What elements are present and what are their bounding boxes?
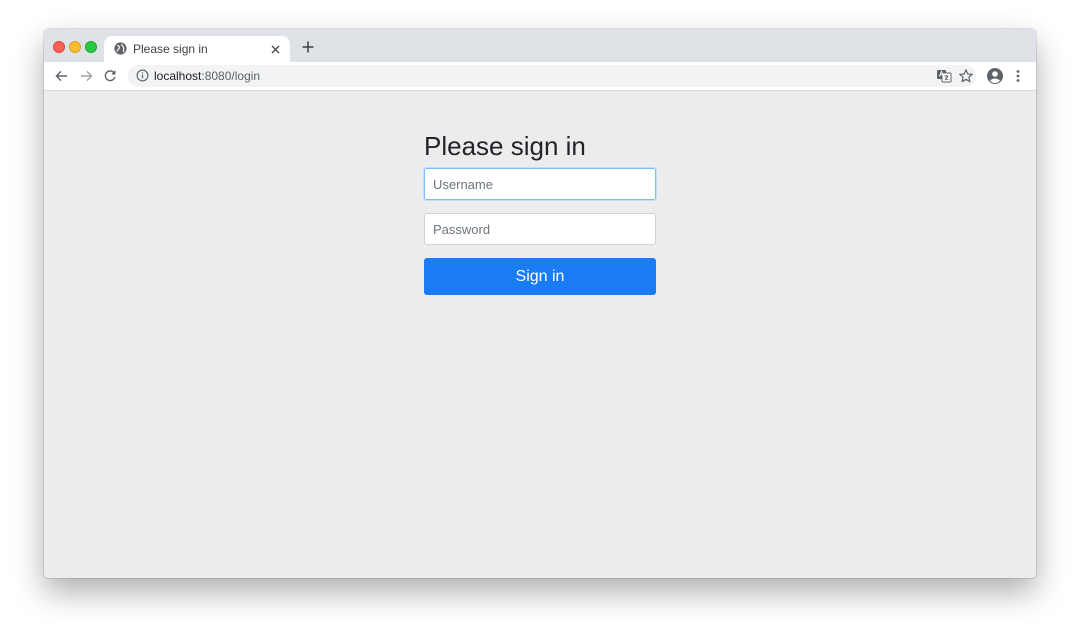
- close-icon[interactable]: [268, 42, 282, 56]
- page-title: Please sign in: [424, 131, 586, 161]
- browser-tab[interactable]: Please sign in: [104, 36, 290, 62]
- star-icon[interactable]: [958, 68, 974, 84]
- zoom-window-button[interactable]: [85, 41, 97, 53]
- close-window-button[interactable]: [53, 41, 65, 53]
- globe-icon: [114, 42, 127, 55]
- username-input[interactable]: [424, 168, 656, 200]
- browser-toolbar: localhost:8080/login: [44, 62, 1036, 91]
- profile-icon[interactable]: [986, 67, 1004, 85]
- translate-icon[interactable]: [936, 68, 952, 84]
- password-input[interactable]: [424, 213, 656, 245]
- kebab-menu-icon[interactable]: [1013, 67, 1023, 85]
- title-bar: Please sign in: [44, 29, 1036, 62]
- page-content: Please sign in Sign in: [44, 91, 1036, 578]
- sign-in-button[interactable]: Sign in: [424, 258, 656, 295]
- info-icon[interactable]: [136, 69, 150, 83]
- tab-title: Please sign in: [133, 42, 208, 56]
- url-path: :8080/login: [201, 69, 261, 83]
- url-host: localhost: [154, 69, 202, 83]
- arrow-left-icon[interactable]: [53, 68, 69, 84]
- minimize-window-button[interactable]: [69, 41, 81, 53]
- url-text: localhost:8080/login: [154, 69, 260, 83]
- plus-icon[interactable]: [300, 39, 316, 55]
- reload-icon[interactable]: [102, 68, 118, 84]
- address-bar[interactable]: localhost:8080/login: [128, 65, 976, 87]
- browser-window: Please sign in localhost:8080/login Plea…: [44, 29, 1036, 578]
- arrow-right-icon[interactable]: [78, 68, 94, 84]
